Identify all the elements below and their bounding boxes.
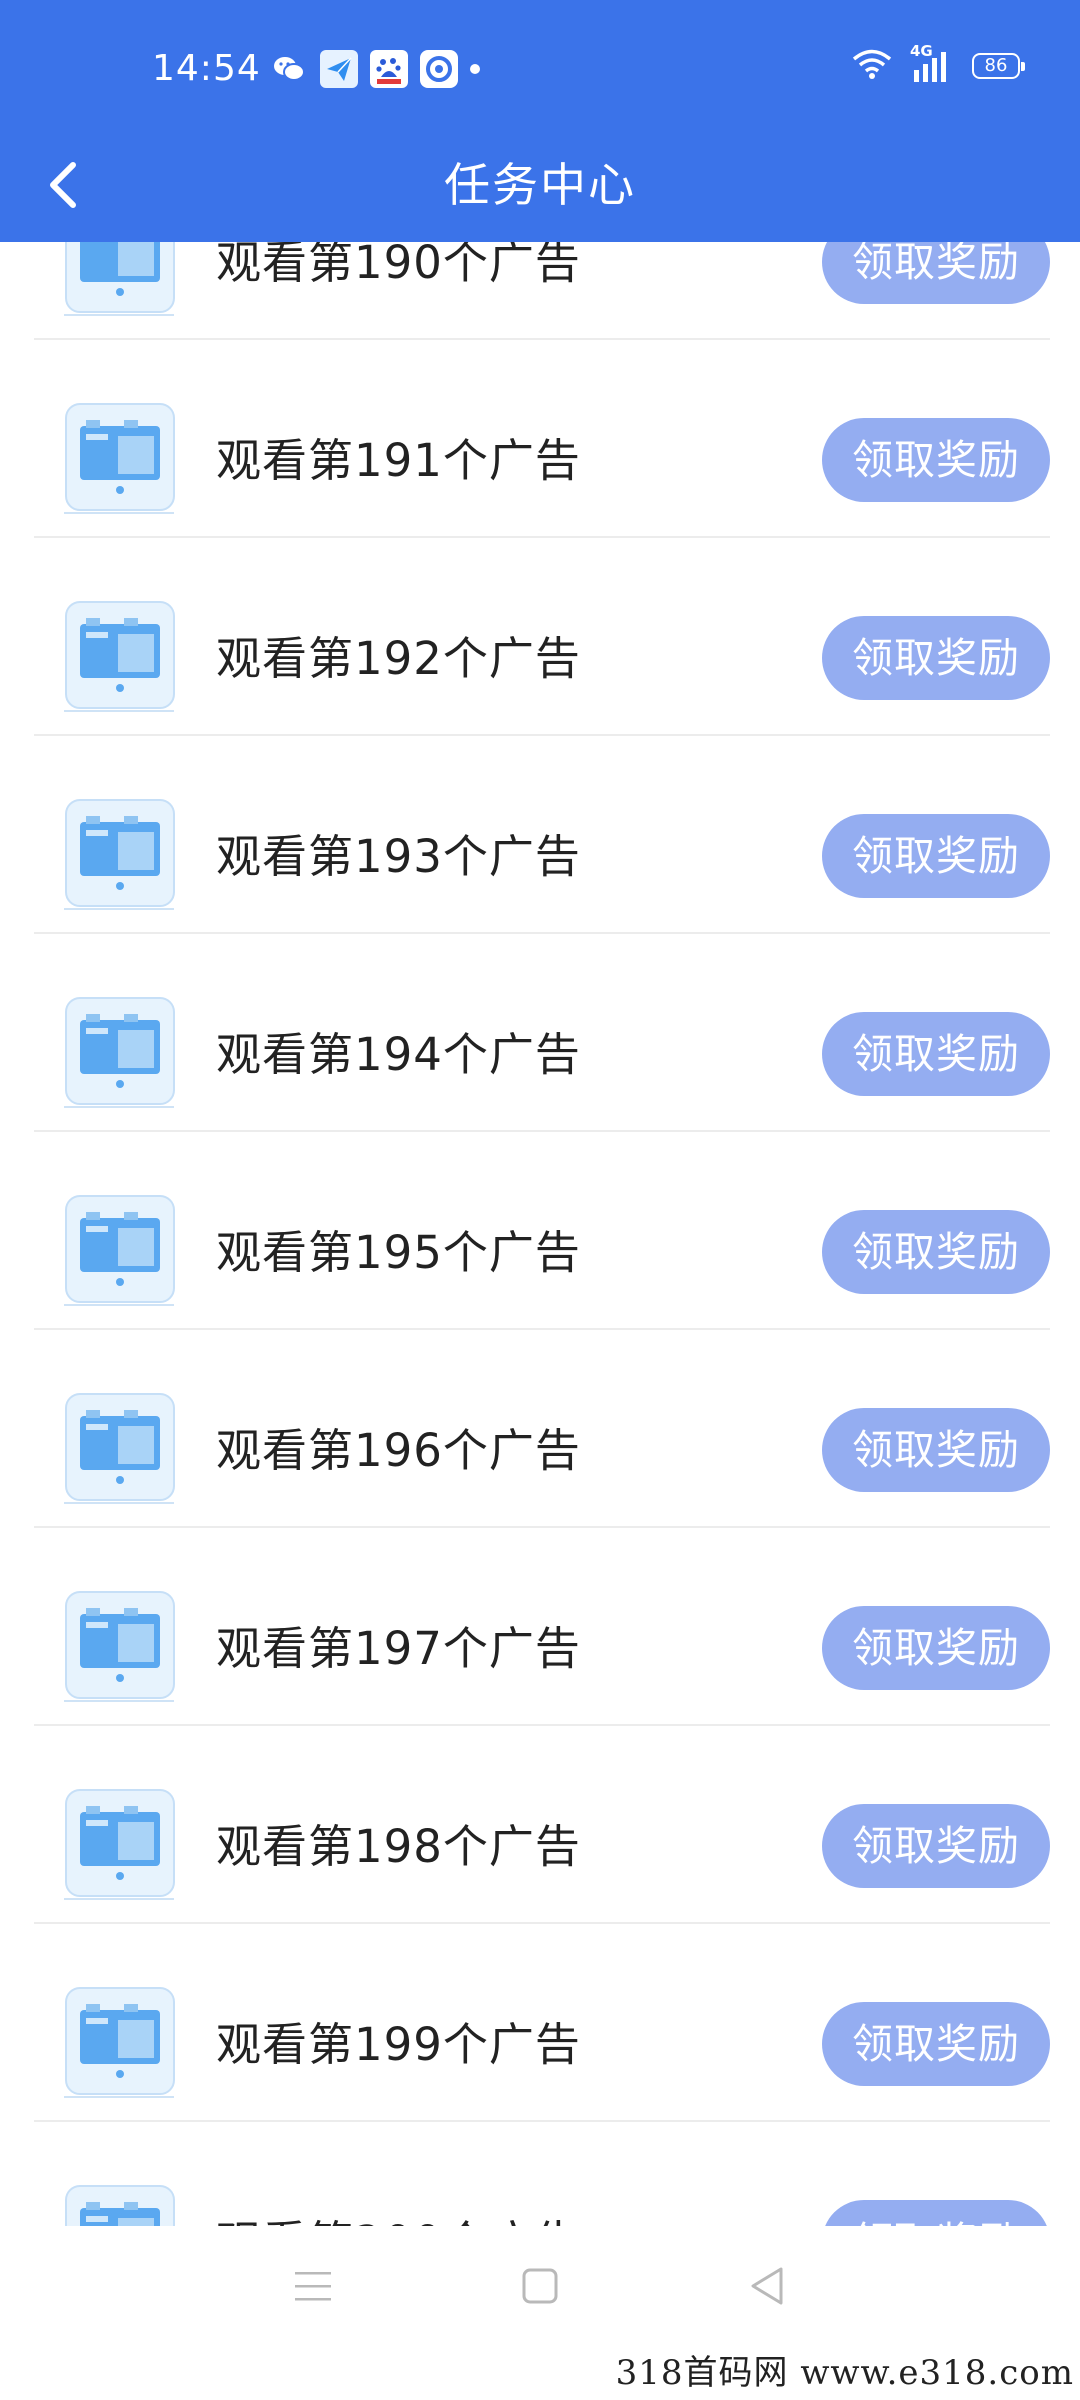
task-row: 观看第199个广告 领取奖励 [34,1924,1050,2122]
task-label: 观看第191个广告 [216,434,581,487]
wifi-icon [852,48,892,84]
app-bar: 任务中心 [0,140,1080,242]
claim-reward-button[interactable]: 领取奖励 [822,1606,1050,1690]
task-label: 观看第193个广告 [216,830,581,883]
claim-reward-button[interactable]: 领取奖励 [822,418,1050,502]
claim-reward-button[interactable]: 领取奖励 [822,1804,1050,1888]
page-title: 任务中心 [444,158,636,212]
claim-reward-button[interactable]: 领取奖励 [822,1012,1050,1096]
baidu-icon [370,50,408,88]
status-right: 4G 86 [852,42,1025,84]
menu-icon [295,2272,332,2301]
claim-reward-button[interactable]: 领取奖励 [822,2200,1050,2226]
wechat-icon [270,50,308,88]
task-row: 观看第194个广告 领取奖励 [34,934,1050,1132]
cellular-signal-icon: 4G [910,42,954,84]
ad-thumbnail-icon [62,398,180,516]
notification-icons [270,50,480,88]
battery-indicator: 86 [972,53,1025,79]
ad-thumbnail-icon [62,1586,180,1704]
task-label: 观看第198个广告 [216,1820,581,1873]
task-row: 观看第193个广告 领取奖励 [34,736,1050,934]
status-bar: 14:54 4G 86 [0,0,1080,140]
ad-thumbnail-icon [62,794,180,912]
task-row: 观看第197个广告 领取奖励 [34,1528,1050,1726]
claim-reward-button[interactable]: 领取奖励 [822,616,1050,700]
task-label: 观看第197个广告 [216,1622,581,1675]
task-label: 观看第195个广告 [216,1226,581,1279]
ad-thumbnail-icon [62,1982,180,2100]
status-time: 14:54 [152,48,261,89]
ad-thumbnail-icon [62,992,180,1110]
claim-reward-button[interactable]: 领取奖励 [822,814,1050,898]
task-label: 观看第196个广告 [216,1424,581,1477]
claim-reward-button[interactable]: 领取奖励 [822,242,1050,304]
menu-nav-button[interactable] [273,2246,353,2326]
ad-thumbnail-icon [62,1190,180,1308]
claim-reward-button[interactable]: 领取奖励 [822,2002,1050,2086]
task-row: 观看第195个广告 领取奖励 [34,1132,1050,1330]
task-row: 观看第191个广告 领取奖励 [34,340,1050,538]
ad-thumbnail-icon [62,596,180,714]
watermark: 318首码网 www.e318.com [615,2353,1074,2393]
ad-thumbnail-icon [62,2180,180,2226]
ad-thumbnail-icon [62,1784,180,1902]
triangle-back-icon [751,2267,783,2305]
task-label: 观看第199个广告 [216,2018,581,2071]
system-nav-bar [0,2226,1080,2346]
task-label: 观看第192个广告 [216,632,581,685]
ad-thumbnail-icon [62,1388,180,1506]
back-nav-button[interactable] [727,2246,807,2326]
home-nav-button[interactable] [500,2246,580,2326]
task-list[interactable]: 观看第190个广告 领取奖励 观看第191个广告 领取奖励 观看第192个广告 … [0,242,1080,2226]
task-label: 观看第190个广告 [216,242,581,289]
paper-plane-icon [320,50,358,88]
task-row: 观看第200个广告 领取奖励 [34,2122,1050,2226]
claim-reward-button[interactable]: 领取奖励 [822,1210,1050,1294]
task-label: 观看第200个广告 [216,2206,581,2226]
top-bar: 14:54 4G 86 任务中心 [0,0,1080,242]
task-label: 观看第194个广告 [216,1028,581,1081]
task-row: 观看第198个广告 领取奖励 [34,1726,1050,1924]
task-row: 观看第190个广告 领取奖励 [34,242,1050,340]
task-row: 观看第196个广告 领取奖励 [34,1330,1050,1528]
square-home-icon [522,2268,558,2304]
task-row: 观看第192个广告 领取奖励 [34,538,1050,736]
ad-thumbnail-icon [62,242,180,318]
claim-reward-button[interactable]: 领取奖励 [822,1408,1050,1492]
more-notifications-dot [470,64,480,74]
circle-app-icon [420,50,458,88]
